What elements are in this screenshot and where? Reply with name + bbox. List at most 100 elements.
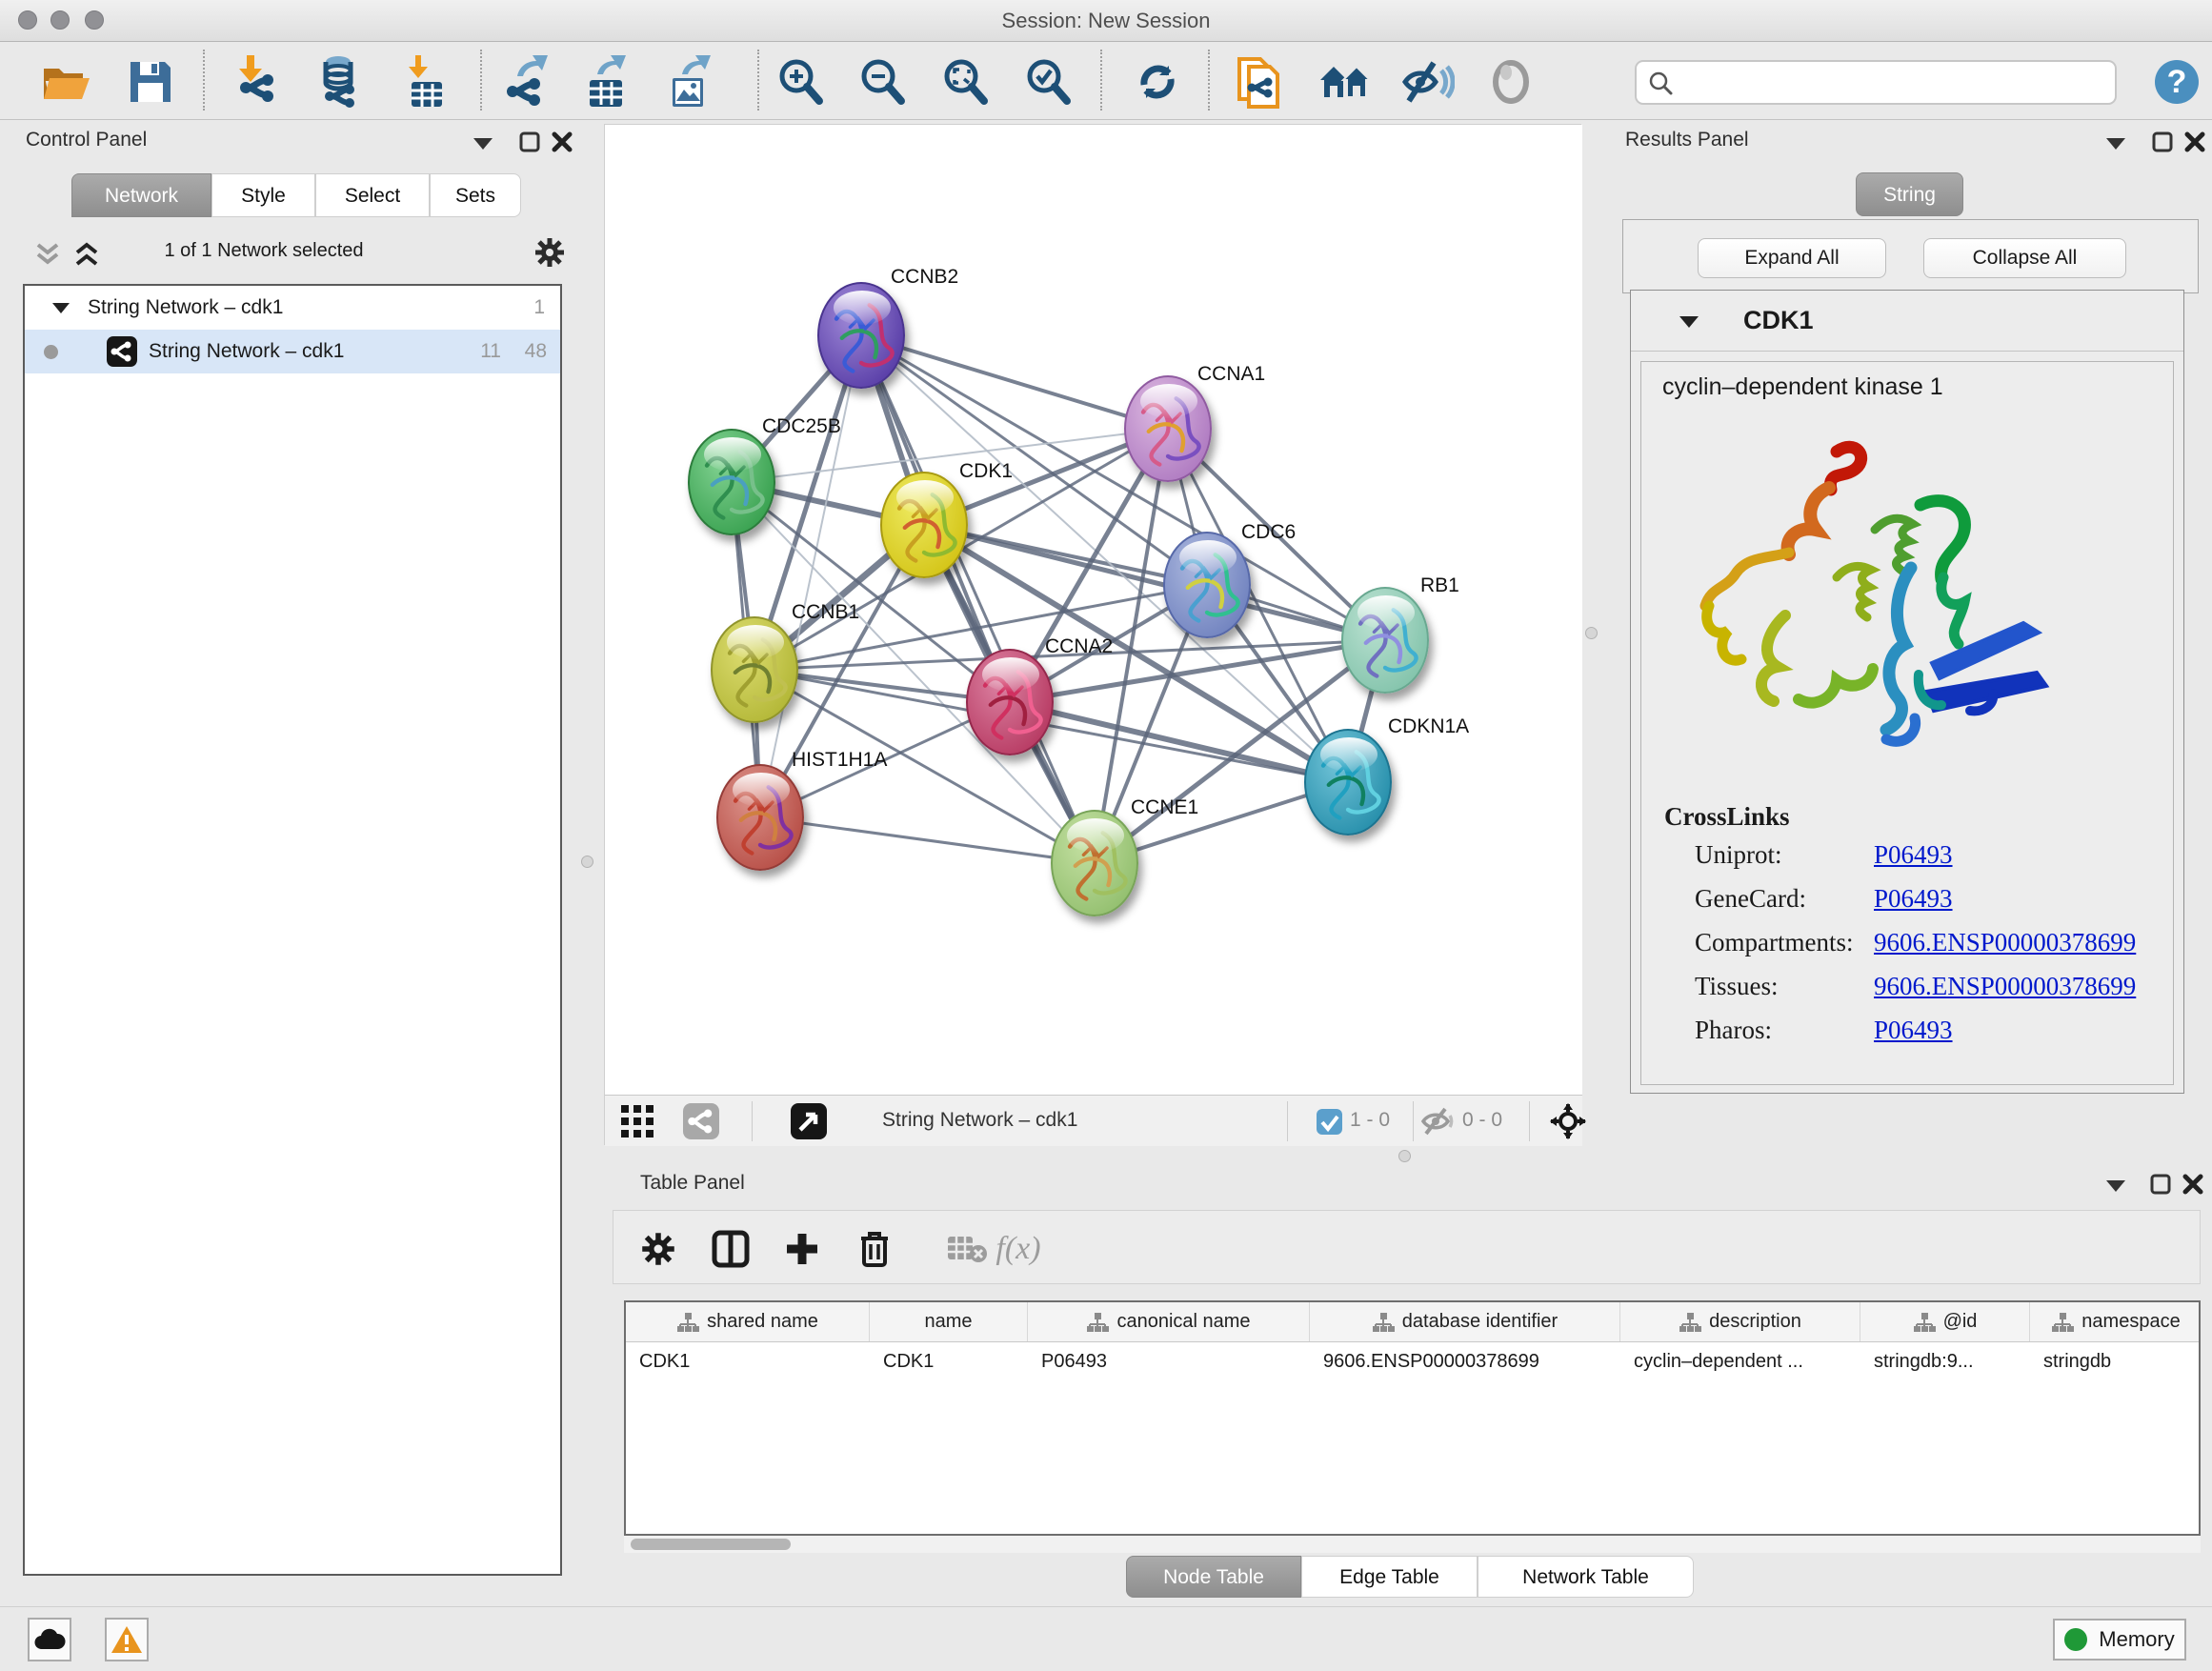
hide-graphics-button[interactable]	[1401, 55, 1455, 109]
table-cell[interactable]: CDK1	[870, 1342, 1028, 1380]
network-node-CCNB2[interactable]	[817, 282, 905, 389]
open-in-new-icon[interactable]	[791, 1103, 827, 1139]
gene-expander-icon[interactable]	[1679, 315, 1699, 329]
tab-sets[interactable]: Sets	[430, 173, 521, 217]
crosslink-value-link[interactable]: P06493	[1874, 884, 1953, 914]
gene-header-row[interactable]: CDK1	[1631, 291, 2183, 352]
add-column-button[interactable]	[778, 1225, 826, 1273]
network-node-CDK1[interactable]	[880, 472, 968, 578]
table-cell[interactable]: cyclin–dependent ...	[1620, 1342, 1860, 1380]
network-edge[interactable]	[760, 335, 861, 817]
table-settings-button[interactable]	[634, 1225, 682, 1273]
network-edge[interactable]	[861, 335, 1095, 863]
tree-expander-icon[interactable]	[51, 302, 70, 314]
crosshair-move-icon[interactable]	[1550, 1103, 1586, 1139]
network-node-RB1[interactable]	[1341, 587, 1429, 694]
zoom-selected-button[interactable]	[1021, 55, 1075, 109]
network-row[interactable]: String Network – cdk1 11 48	[25, 330, 560, 373]
cloud-button[interactable]	[28, 1618, 71, 1661]
open-session-button[interactable]	[40, 55, 93, 109]
network-node-CDKN1A[interactable]	[1304, 729, 1392, 836]
zoom-in-button[interactable]	[774, 55, 827, 109]
delete-table-button[interactable]	[943, 1225, 991, 1273]
tab-string[interactable]: String	[1856, 172, 1963, 216]
memory-button[interactable]: Memory	[2053, 1619, 2186, 1661]
table-cell[interactable]: 9606.ENSP00000378699	[1310, 1342, 1620, 1380]
scrollbar-thumb[interactable]	[631, 1539, 791, 1550]
crosslink-value-link[interactable]: 9606.ENSP00000378699	[1874, 928, 2136, 957]
zoom-out-button[interactable]	[855, 55, 909, 109]
tab-style[interactable]: Style	[211, 173, 315, 217]
network-node-HIST1H1A[interactable]	[716, 764, 804, 871]
tab-network[interactable]: Network	[71, 173, 211, 217]
collapse-all-button[interactable]: Collapse All	[1923, 238, 2126, 278]
grid-icon[interactable]	[621, 1105, 654, 1137]
collapse-panel-icon[interactable]	[2105, 137, 2126, 151]
crosslink-value-link[interactable]: 9606.ENSP00000378699	[1874, 972, 2136, 1001]
tab-node-table[interactable]: Node Table	[1126, 1556, 1301, 1598]
float-panel-icon[interactable]	[519, 131, 540, 152]
search-input[interactable]	[1673, 64, 2115, 102]
crosslink-value-link[interactable]: P06493	[1874, 1016, 1953, 1045]
column-header-namespace[interactable]: namespace	[2030, 1302, 2201, 1341]
crosslink-value-link[interactable]: P06493	[1874, 840, 1953, 870]
network-node-CDC6[interactable]	[1163, 532, 1251, 638]
network-canvas[interactable]: CCNB2 CCNA1 CDC25B CDK1	[605, 125, 1582, 1095]
expand-all-icon[interactable]	[74, 242, 99, 269]
clone-network-button[interactable]	[1233, 55, 1286, 109]
collapse-all-icon[interactable]	[35, 242, 60, 269]
network-node-CCNB1[interactable]	[711, 616, 798, 723]
collapse-panel-icon[interactable]	[473, 137, 493, 151]
right-splitter-handle[interactable]	[1585, 627, 1598, 639]
column-header-canonical-name[interactable]: canonical name	[1028, 1302, 1310, 1341]
homes-button[interactable]	[1318, 55, 1372, 109]
table-cell[interactable]: P06493	[1028, 1342, 1310, 1380]
network-edge[interactable]	[924, 525, 1385, 640]
network-edge[interactable]	[861, 335, 1168, 429]
table-cell[interactable]: stringdb:9...	[1860, 1342, 2030, 1380]
network-node-CCNE1[interactable]	[1051, 810, 1138, 916]
close-panel-icon[interactable]	[2184, 131, 2205, 152]
node-table[interactable]: shared namename canonical name database …	[624, 1300, 2201, 1536]
network-node-CCNA1[interactable]	[1124, 375, 1212, 482]
float-panel-icon[interactable]	[2152, 131, 2173, 152]
share-icon[interactable]	[683, 1103, 719, 1139]
left-splitter-handle[interactable]	[581, 856, 593, 868]
import-network-database-button[interactable]	[312, 55, 365, 109]
network-collection-row[interactable]: String Network – cdk1 1	[25, 286, 560, 330]
warnings-button[interactable]	[105, 1618, 149, 1661]
float-panel-icon[interactable]	[2150, 1174, 2171, 1195]
expand-all-button[interactable]: Expand All	[1698, 238, 1886, 278]
export-image-button[interactable]	[663, 55, 716, 109]
import-table-file-button[interactable]	[398, 55, 452, 109]
help-button[interactable]: ?	[2150, 55, 2203, 109]
tab-edge-table[interactable]: Edge Table	[1301, 1556, 1478, 1598]
bottom-splitter-handle[interactable]	[1398, 1150, 1411, 1162]
tab-network-table[interactable]: Network Table	[1478, 1556, 1694, 1598]
refresh-button[interactable]	[1131, 55, 1184, 109]
close-panel-icon[interactable]	[552, 131, 573, 152]
table-cell[interactable]: stringdb	[2030, 1342, 2201, 1380]
delete-column-button[interactable]	[851, 1225, 898, 1273]
selected-checkbox-icon[interactable]	[1317, 1109, 1342, 1135]
column-header-description[interactable]: description	[1620, 1302, 1860, 1341]
close-panel-icon[interactable]	[2182, 1174, 2203, 1195]
import-network-file-button[interactable]	[231, 55, 285, 109]
table-cell[interactable]: CDK1	[626, 1342, 870, 1380]
network-node-CCNA2[interactable]	[966, 649, 1054, 755]
collapse-panel-icon[interactable]	[2105, 1179, 2126, 1193]
export-network-button[interactable]	[498, 55, 552, 109]
tab-select[interactable]: Select	[315, 173, 430, 217]
table-horizontal-scrollbar[interactable]	[624, 1536, 2201, 1553]
export-table-button[interactable]	[580, 55, 633, 109]
show-columns-button[interactable]	[707, 1225, 754, 1273]
column-header-database-identifier[interactable]: database identifier	[1310, 1302, 1620, 1341]
save-session-button[interactable]	[124, 55, 177, 109]
column-header-shared-name[interactable]: shared name	[626, 1302, 870, 1341]
gear-icon[interactable]	[533, 236, 566, 269]
network-node-CDC25B[interactable]	[688, 429, 775, 535]
birds-eye-button[interactable]	[1484, 55, 1538, 109]
column-header--id[interactable]: @id	[1860, 1302, 2030, 1341]
zoom-fit-button[interactable]	[938, 55, 992, 109]
column-header-name[interactable]: name	[870, 1302, 1028, 1341]
